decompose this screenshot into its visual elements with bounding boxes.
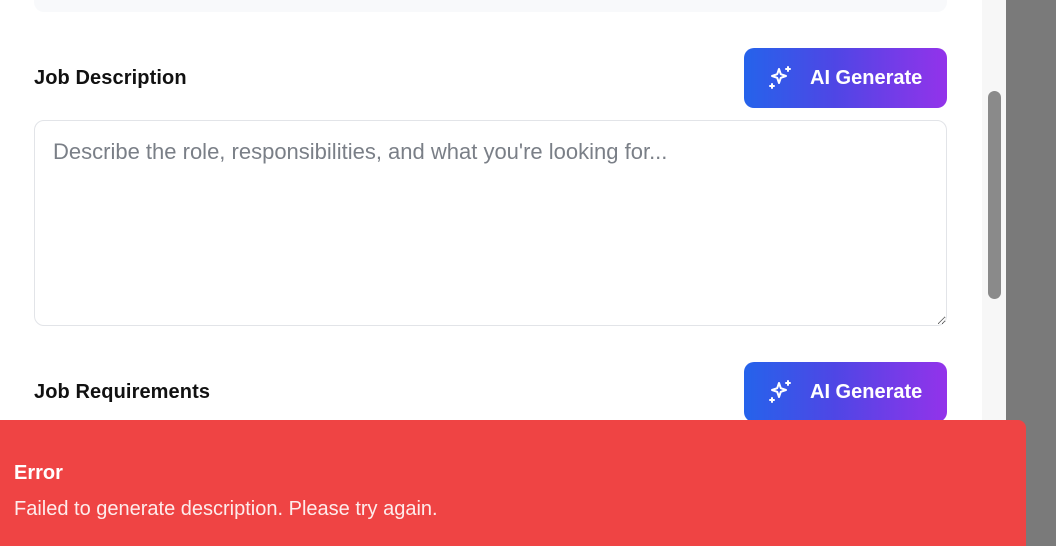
error-toast: Error Failed to generate description. Pl… (0, 420, 1026, 546)
job-description-field-wrapper (34, 120, 947, 326)
ai-generate-requirements-button[interactable]: AI Generate (744, 362, 947, 422)
error-toast-title: Error (14, 462, 63, 484)
error-toast-message: Failed to generate description. Please t… (14, 498, 438, 520)
job-form-page: Job Description AI Generate Job Requirem… (0, 0, 1056, 546)
scrollbar-thumb[interactable] (988, 91, 1001, 299)
job-requirements-label: Job Requirements (34, 381, 211, 403)
ai-generate-description-button[interactable]: AI Generate (744, 48, 947, 108)
job-description-textarea[interactable] (34, 120, 947, 326)
ai-generate-label: AI Generate (810, 380, 923, 403)
previous-field-container (34, 0, 947, 12)
sparkles-icon (768, 379, 794, 405)
ai-generate-label: AI Generate (810, 66, 923, 89)
job-description-label: Job Description (34, 67, 187, 89)
sparkles-icon (768, 65, 794, 91)
